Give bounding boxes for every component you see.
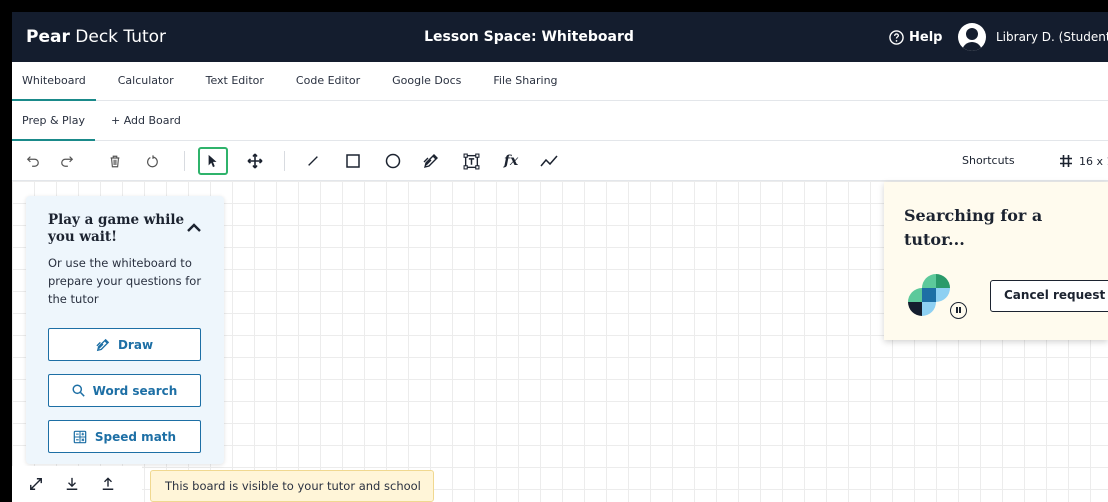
- grid-size-label: 16 x 16: [1079, 154, 1108, 168]
- user-menu[interactable]: Library D. (Student: [958, 12, 1108, 62]
- bottom-toolbar: [12, 466, 142, 502]
- help-label: Help: [909, 29, 943, 45]
- chevron-up-icon[interactable]: [186, 220, 202, 234]
- speed-math-button[interactable]: Speed math: [48, 420, 201, 453]
- word-search-label: Word search: [92, 383, 178, 398]
- speed-math-label: Speed math: [94, 429, 177, 444]
- formula-icon[interactable]: fx: [496, 147, 526, 175]
- shortcuts-button[interactable]: Shortcuts: [962, 141, 1015, 181]
- pen-icon: [96, 338, 110, 351]
- undo-icon[interactable]: [18, 147, 48, 175]
- top-header: Pear Deck Tutor Lesson Space: Whiteboard…: [12, 12, 1108, 62]
- avatar: [958, 23, 986, 51]
- grid-size-button[interactable]: 16 x 16: [1059, 141, 1108, 181]
- help-icon: [889, 29, 904, 45]
- trash-icon[interactable]: [100, 147, 130, 175]
- whiteboard-toolbar: fx Shortcuts 16 x 16: [12, 141, 1108, 181]
- graph-icon[interactable]: [534, 147, 564, 175]
- toolbar-divider: [284, 151, 285, 171]
- search-icon: [72, 384, 85, 397]
- feature-tabs: Whiteboard Calculator Text Editor Code E…: [12, 62, 1108, 101]
- select-pointer-icon[interactable]: [198, 147, 228, 175]
- rectangle-icon[interactable]: [338, 147, 368, 175]
- tab-google-docs[interactable]: Google Docs: [382, 62, 471, 101]
- reset-icon[interactable]: [138, 147, 168, 175]
- tab-calculator[interactable]: Calculator: [108, 62, 184, 101]
- cancel-request-button[interactable]: Cancel request: [990, 280, 1108, 312]
- move-icon[interactable]: [240, 147, 270, 175]
- user-name: Library D. (Student: [996, 30, 1108, 44]
- expand-icon[interactable]: [26, 474, 46, 494]
- add-board-button[interactable]: + Add Board: [101, 101, 191, 141]
- searching-tutor-card: Searching for a tutor... Cancel request: [884, 182, 1108, 340]
- pen-icon[interactable]: [416, 147, 446, 175]
- upload-icon[interactable]: [98, 474, 118, 494]
- game-panel: Play a game while you wait! Or use the w…: [26, 196, 224, 464]
- text-box-icon[interactable]: [456, 147, 486, 175]
- pause-icon[interactable]: [950, 302, 967, 319]
- board-tab-prep-play[interactable]: Prep & Play: [12, 101, 95, 141]
- searching-title: Searching for a tutor...: [904, 206, 1043, 249]
- tab-whiteboard[interactable]: Whiteboard: [12, 62, 96, 101]
- calculator-icon: [73, 430, 87, 443]
- draw-button[interactable]: Draw: [48, 328, 201, 361]
- circle-icon[interactable]: [378, 147, 408, 175]
- game-panel-subtitle: Or use the whiteboard to prepare your qu…: [48, 256, 202, 306]
- word-search-button[interactable]: Word search: [48, 374, 201, 407]
- board-tabs: Prep & Play + Add Board: [12, 101, 1108, 141]
- game-panel-title: Play a game while you wait!: [48, 212, 185, 245]
- tab-code-editor[interactable]: Code Editor: [286, 62, 370, 101]
- grid-icon: [1060, 155, 1072, 167]
- toolbar-divider: [184, 151, 185, 171]
- download-icon[interactable]: [62, 474, 82, 494]
- redo-icon[interactable]: [52, 147, 82, 175]
- help-button[interactable]: Help: [889, 12, 942, 62]
- formula-glyph: fx: [503, 153, 519, 169]
- tab-file-sharing[interactable]: File Sharing: [483, 62, 567, 101]
- tab-text-editor[interactable]: Text Editor: [196, 62, 274, 101]
- visibility-notice: This board is visible to your tutor and …: [150, 470, 434, 502]
- line-icon[interactable]: [298, 147, 328, 175]
- pear-logo-icon: [908, 274, 950, 316]
- draw-label: Draw: [117, 337, 154, 352]
